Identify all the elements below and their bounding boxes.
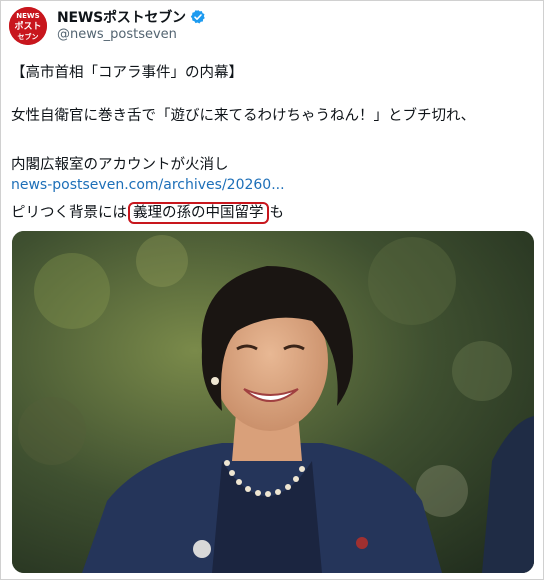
post-text-line-3: 内閣広報室のアカウントが火消し bbox=[11, 157, 229, 173]
verified-badge-icon bbox=[190, 10, 205, 24]
post-photo[interactable] bbox=[12, 231, 534, 573]
photo-illustration bbox=[12, 231, 534, 573]
avatar-logo-icon: NEWS ポスト セブン bbox=[9, 7, 47, 45]
post-text-line-2: 女性自衛官に巻き舌で「遊びに来てるわけちゃうねん！」とブチ切れ、 bbox=[11, 108, 476, 124]
avatar-text-bot: セブン bbox=[18, 32, 39, 41]
avatar-text-mid: ポスト bbox=[14, 20, 41, 32]
avatar[interactable]: NEWS ポスト セブン bbox=[9, 7, 47, 45]
highlighted-phrase: 義理の孫の中国留学 bbox=[128, 202, 269, 224]
post-card: NEWS ポスト セブン NEWSポストセブン @news_postseven … bbox=[0, 0, 544, 580]
avatar-text-top: NEWS bbox=[16, 12, 39, 20]
post-text-line-1: 【高市首相「コアラ事件」の内幕】 bbox=[11, 65, 243, 81]
account-handle[interactable]: @news_postseven bbox=[57, 27, 177, 42]
line5-suffix: も bbox=[269, 205, 285, 221]
display-name[interactable]: NEWSポストセブン bbox=[57, 7, 186, 27]
post-header: NEWS ポスト セブン NEWSポストセブン @news_postseven bbox=[9, 7, 529, 47]
article-link[interactable]: news-postseven.com/archives/20260... bbox=[11, 177, 531, 193]
name-row: NEWSポストセブン bbox=[57, 7, 206, 27]
line5-prefix: ピリつく背景には bbox=[11, 205, 127, 221]
post-text-line-5: ピリつく背景には 義理の孫の中国留学も bbox=[11, 201, 531, 224]
